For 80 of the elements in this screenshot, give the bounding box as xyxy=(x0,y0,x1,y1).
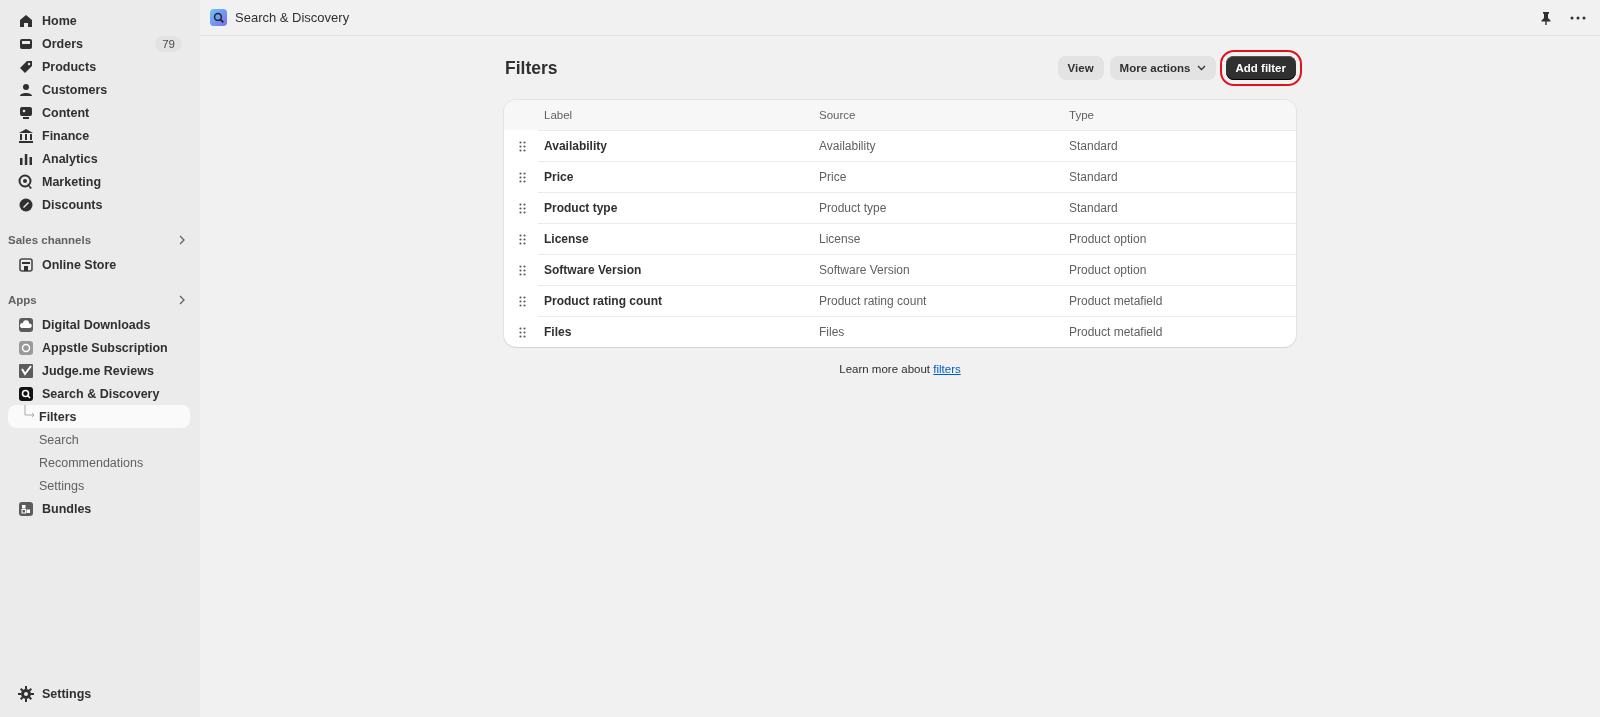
table-cell-text: Availability xyxy=(819,139,877,153)
view-button[interactable]: View xyxy=(1057,56,1104,80)
chevron-right-icon[interactable] xyxy=(178,295,186,305)
table-cell-text: Standard xyxy=(1069,201,1119,215)
sidebar-item[interactable]: Analytics xyxy=(8,147,190,170)
sidebar-item[interactable]: Discounts xyxy=(8,193,190,216)
drag-handle-icon[interactable] xyxy=(519,140,526,152)
home-icon xyxy=(18,12,34,29)
pin-icon[interactable] xyxy=(1540,10,1552,25)
table-cell-text: Product metafield xyxy=(1069,325,1164,339)
sidebar-item[interactable]: Digital Downloads xyxy=(8,313,190,336)
table-cell-text: Standard xyxy=(1069,139,1119,153)
table-cell-text: Product type xyxy=(819,201,888,215)
sidebar-item[interactable]: Home xyxy=(8,9,190,32)
table-cell-text: Files xyxy=(819,325,846,339)
table-cell-text: Product rating count xyxy=(544,294,663,308)
sidebar-item[interactable]: Marketing xyxy=(8,170,190,193)
sidebar-item[interactable]: Products xyxy=(8,55,190,78)
drag-handle-icon[interactable] xyxy=(519,233,526,245)
table-cell-text: Price xyxy=(819,170,848,184)
storefront-icon xyxy=(18,256,34,273)
sidebar-subitem[interactable]: Search xyxy=(8,428,190,451)
search-icon xyxy=(18,385,34,402)
bank-icon xyxy=(18,127,34,144)
table-cell-text: Software Version xyxy=(544,263,643,277)
count-badge: 79 xyxy=(155,35,182,52)
table-cell-text: Availability xyxy=(544,139,608,153)
checkmark-icon xyxy=(18,362,34,379)
squares-icon xyxy=(18,500,34,517)
column-header: Label xyxy=(544,109,574,121)
table-cell-text: Product metafield xyxy=(1069,294,1164,308)
sidebar-item[interactable]: Finance xyxy=(8,124,190,147)
table-cell-text: License xyxy=(544,232,590,246)
person-icon xyxy=(18,81,34,98)
drag-handle-icon[interactable] xyxy=(519,202,526,214)
filters-link[interactable]: filters xyxy=(933,363,961,375)
column-header: Type xyxy=(1069,109,1095,121)
table-cell-text: Software Version xyxy=(819,263,911,277)
drag-handle-icon[interactable] xyxy=(519,326,526,338)
cloud-icon xyxy=(18,316,34,333)
sidebar-item[interactable]: Search & Discovery xyxy=(8,382,190,405)
help-text: Learn more about filters xyxy=(839,363,961,375)
app-title: Search & Discovery xyxy=(235,10,351,25)
ring-icon xyxy=(18,339,34,356)
tag-icon xyxy=(18,58,34,75)
sidebar-item[interactable]: Orders 79 xyxy=(8,32,190,55)
table-cell-text: Product type xyxy=(544,201,619,215)
monitor-icon xyxy=(18,104,34,121)
chevron-down-icon xyxy=(1196,65,1206,71)
section-heading: Sales channels xyxy=(8,234,92,246)
table-cell-text: Product rating count xyxy=(819,294,928,308)
sidebar-subitem[interactable]: Settings xyxy=(8,474,190,497)
sidebar-item[interactable]: Settings xyxy=(8,682,190,705)
sidebar-subitem[interactable]: Filters xyxy=(8,405,190,428)
table-cell-text: Files xyxy=(544,325,573,339)
table-cell-text: Price xyxy=(544,170,575,184)
drag-handle-icon[interactable] xyxy=(519,295,526,307)
discount-badge-icon xyxy=(18,196,34,213)
table-cell-text: Standard xyxy=(1069,170,1119,184)
sidebar-item[interactable]: Judge.me Reviews xyxy=(8,359,190,382)
column-header: Source xyxy=(819,109,857,121)
drag-handle-icon[interactable] xyxy=(519,264,526,276)
sidebar-item[interactable]: Content xyxy=(8,101,190,124)
table-cell-text: Product option xyxy=(1069,232,1148,246)
more-options-icon[interactable] xyxy=(1570,15,1586,20)
sidebar-subitem[interactable]: Recommendations xyxy=(8,451,190,474)
section-heading: Apps xyxy=(8,294,37,306)
drag-handle-icon[interactable] xyxy=(519,171,526,183)
more-actions-button[interactable]: More actions xyxy=(1109,56,1216,80)
sidebar-item[interactable]: Bundles xyxy=(8,497,190,520)
page-title: Filters xyxy=(504,57,559,79)
table-cell-text: License xyxy=(819,232,862,246)
app-logo-icon xyxy=(210,9,227,26)
settings-icon xyxy=(18,685,34,702)
table-cell-text: Product option xyxy=(1069,263,1148,277)
sidebar-item[interactable]: Customers xyxy=(8,78,190,101)
chevron-right-icon[interactable] xyxy=(178,235,186,245)
sidebar-item[interactable]: Appstle Subscription xyxy=(8,336,190,359)
sidebar-item[interactable]: Online Store xyxy=(8,253,190,276)
target-icon xyxy=(18,173,34,190)
